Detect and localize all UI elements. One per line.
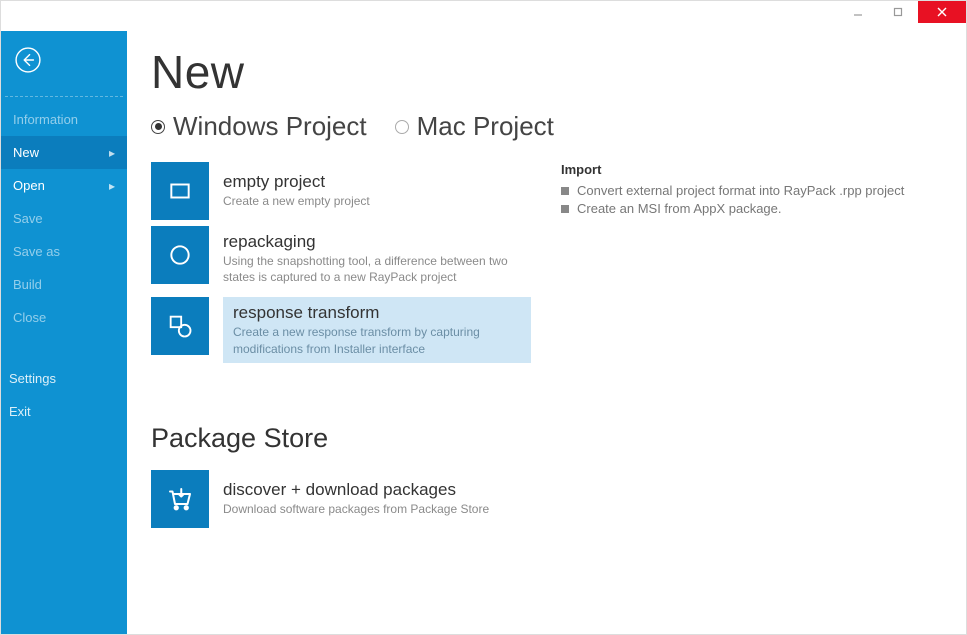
tile-empty-project[interactable]: empty project Create a new empty project bbox=[151, 162, 531, 220]
page-title: New bbox=[151, 45, 942, 99]
import-heading: Import bbox=[561, 162, 942, 177]
chevron-right-icon: ▸ bbox=[109, 179, 115, 193]
sidebar-primary-group: Information New ▸ Open ▸ Save Save as Bu… bbox=[5, 96, 123, 334]
tile-title: repackaging bbox=[223, 232, 521, 252]
tile-desc: Create a new empty project bbox=[223, 193, 521, 209]
minimize-button[interactable] bbox=[838, 2, 878, 22]
import-section: Import Convert external project format i… bbox=[561, 162, 942, 534]
sidebar-item-label: Save as bbox=[13, 244, 60, 259]
sidebar-item-information[interactable]: Information bbox=[1, 103, 127, 136]
bullet-icon bbox=[561, 187, 569, 195]
bullet-icon bbox=[561, 205, 569, 213]
import-item-convert[interactable]: Convert external project format into Ray… bbox=[561, 183, 942, 198]
sidebar-item-exit[interactable]: Exit bbox=[0, 395, 131, 428]
sidebar-lower-group: Settings Exit bbox=[1, 362, 127, 428]
maximize-button[interactable] bbox=[878, 2, 918, 22]
sidebar-item-label: Open bbox=[13, 178, 45, 193]
title-bar bbox=[1, 1, 966, 31]
sidebar-item-new[interactable]: New ▸ bbox=[1, 136, 127, 169]
tile-title: empty project bbox=[223, 172, 521, 192]
sidebar-item-save[interactable]: Save bbox=[1, 202, 127, 235]
tile-repackaging[interactable]: repackaging Using the snapshotting tool,… bbox=[151, 226, 531, 291]
import-item-label: Create an MSI from AppX package. bbox=[577, 201, 782, 216]
close-button[interactable] bbox=[918, 1, 966, 23]
sidebar-item-label: Close bbox=[13, 310, 46, 325]
sidebar-item-close[interactable]: Close bbox=[1, 301, 127, 334]
tab-label: Mac Project bbox=[417, 111, 554, 142]
tab-windows-project[interactable]: Windows Project bbox=[151, 111, 367, 142]
section-package-store: Package Store bbox=[151, 423, 531, 454]
chevron-right-icon: ▸ bbox=[109, 146, 115, 160]
sidebar-item-settings[interactable]: Settings bbox=[0, 362, 131, 395]
tile-desc: Using the snapshotting tool, a differenc… bbox=[223, 253, 521, 285]
project-templates: empty project Create a new empty project… bbox=[151, 162, 531, 534]
sidebar-item-label: Settings bbox=[9, 371, 56, 386]
back-button[interactable] bbox=[1, 39, 127, 96]
circle-icon bbox=[151, 226, 209, 284]
project-type-tabs: Windows Project Mac Project bbox=[151, 111, 942, 142]
window-controls bbox=[838, 1, 966, 23]
tab-label: Windows Project bbox=[173, 111, 367, 142]
transform-icon bbox=[151, 297, 209, 355]
tile-response-transform[interactable]: response transform Create a new response… bbox=[151, 297, 531, 362]
import-item-msi-appx[interactable]: Create an MSI from AppX package. bbox=[561, 201, 942, 216]
tile-package-store[interactable]: discover + download packages Download so… bbox=[151, 470, 531, 528]
sidebar: Information New ▸ Open ▸ Save Save as Bu… bbox=[1, 31, 127, 634]
content-area: New Windows Project Mac Project empty pr… bbox=[127, 31, 966, 634]
radio-selected-icon bbox=[151, 120, 165, 134]
tile-title: discover + download packages bbox=[223, 480, 521, 500]
import-item-label: Convert external project format into Ray… bbox=[577, 183, 904, 198]
radio-unselected-icon bbox=[395, 120, 409, 134]
sidebar-item-label: Information bbox=[13, 112, 78, 127]
tab-mac-project[interactable]: Mac Project bbox=[395, 111, 554, 142]
sidebar-item-open[interactable]: Open ▸ bbox=[1, 169, 127, 202]
tile-desc: Create a new response transform by captu… bbox=[233, 324, 521, 356]
sidebar-item-label: New bbox=[13, 145, 39, 160]
sidebar-item-build[interactable]: Build bbox=[1, 268, 127, 301]
tile-title: response transform bbox=[233, 303, 521, 323]
sidebar-item-save-as[interactable]: Save as bbox=[1, 235, 127, 268]
square-icon bbox=[151, 162, 209, 220]
cart-icon bbox=[151, 470, 209, 528]
sidebar-item-label: Save bbox=[13, 211, 43, 226]
sidebar-item-label: Build bbox=[13, 277, 42, 292]
sidebar-item-label: Exit bbox=[9, 404, 31, 419]
tile-desc: Download software packages from Package … bbox=[223, 501, 521, 517]
